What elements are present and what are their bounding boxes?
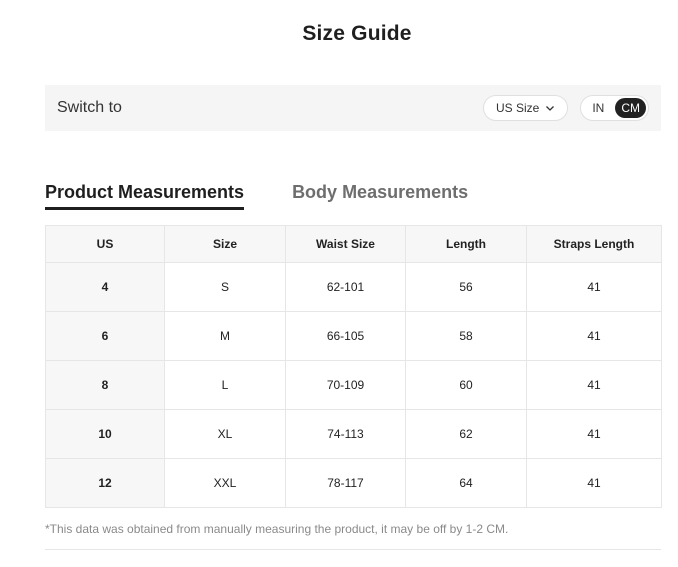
chevron-down-icon	[546, 106, 555, 111]
size-table: US Size Waist Size Length Straps Length …	[45, 225, 662, 508]
table-cell: XL	[164, 409, 286, 459]
tab-product-measurements[interactable]: Product Measurements	[45, 182, 245, 210]
unit-toggle: IN CM	[580, 95, 649, 121]
table-row: 12 XXL 78-117 64 41	[45, 458, 662, 508]
table-cell: 60	[405, 360, 527, 410]
column-header: Size	[164, 225, 286, 263]
table-cell: 41	[526, 311, 662, 361]
size-system-value: US Size	[495, 101, 540, 115]
table-cell: M	[164, 311, 286, 361]
table-cell: 6	[45, 311, 165, 361]
switch-label: Switch to	[57, 99, 122, 116]
table-cell: 10	[45, 409, 165, 459]
table-header-row: US Size Waist Size Length Straps Length	[45, 225, 662, 263]
table-row: 6 M 66-105 58 41	[45, 311, 662, 361]
switch-bar: Switch to US Size IN CM	[45, 85, 661, 131]
table-cell: L	[164, 360, 286, 410]
size-guide-page: Size Guide Switch to US Size IN CM Produ…	[0, 0, 678, 567]
page-title: Size Guide	[302, 22, 412, 45]
table-cell: XXL	[164, 458, 286, 508]
table-cell: 62-101	[285, 262, 406, 312]
measurement-footnote: *This data was obtained from manually me…	[45, 522, 509, 536]
measurement-tabs: Product Measurements Body Measurements	[45, 182, 468, 210]
unit-cm-button[interactable]: CM	[615, 98, 646, 118]
divider	[45, 549, 661, 550]
table-cell: 12	[45, 458, 165, 508]
table-cell: S	[164, 262, 286, 312]
column-header: Length	[405, 225, 527, 263]
table-cell: 41	[526, 360, 662, 410]
table-row: 8 L 70-109 60 41	[45, 360, 662, 410]
tab-body-measurements[interactable]: Body Measurements	[292, 182, 468, 210]
table-cell: 41	[526, 262, 662, 312]
column-header: US	[45, 225, 165, 263]
table-cell: 64	[405, 458, 527, 508]
table-cell: 78-117	[285, 458, 406, 508]
column-header: Straps Length	[526, 225, 662, 263]
table-cell: 4	[45, 262, 165, 312]
table-cell: 41	[526, 458, 662, 508]
table-cell: 62	[405, 409, 527, 459]
column-header: Waist Size	[285, 225, 406, 263]
table-cell: 70-109	[285, 360, 406, 410]
table-cell: 74-113	[285, 409, 406, 459]
table-row: 4 S 62-101 56 41	[45, 262, 662, 312]
size-system-select[interactable]: US Size	[482, 95, 569, 121]
table-cell: 66-105	[285, 311, 406, 361]
unit-in-button[interactable]: IN	[583, 98, 613, 118]
table-row: 10 XL 74-113 62 41	[45, 409, 662, 459]
table-cell: 58	[405, 311, 527, 361]
table-cell: 41	[526, 409, 662, 459]
table-cell: 8	[45, 360, 165, 410]
table-cell: 56	[405, 262, 527, 312]
